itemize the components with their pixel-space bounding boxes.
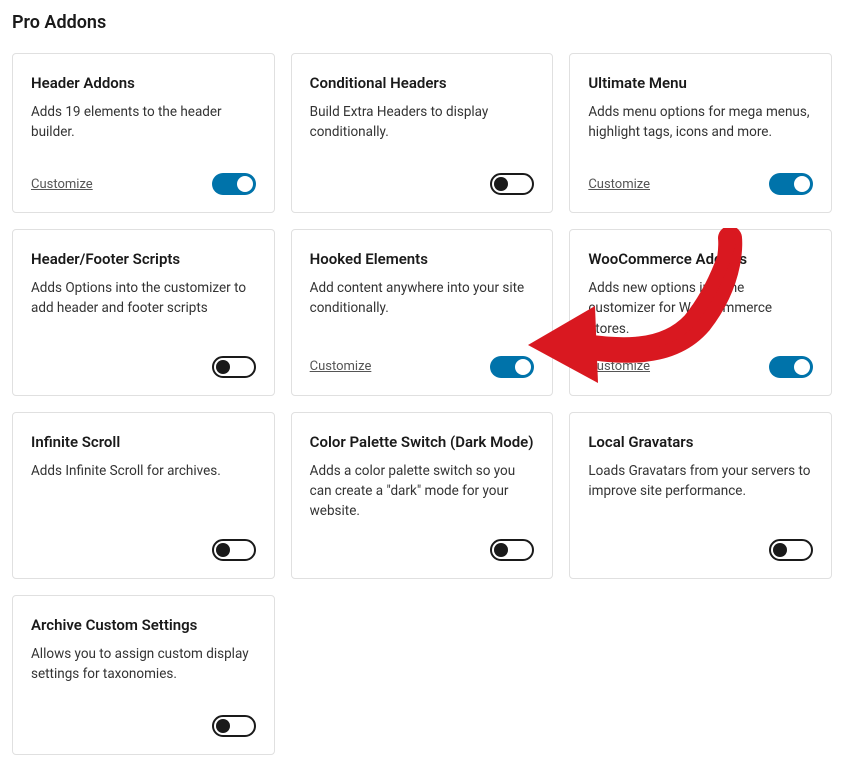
addon-toggle[interactable] (212, 715, 256, 737)
addon-desc: Adds Infinite Scroll for archives. (31, 461, 256, 522)
addon-footer (310, 172, 535, 196)
addon-card-local-gravatars: Local Gravatars Loads Gravatars from you… (569, 412, 832, 579)
addon-footer (310, 538, 535, 562)
addon-card-ultimate-menu: Ultimate Menu Adds menu options for mega… (569, 53, 832, 213)
addon-title: Conditional Headers (310, 74, 535, 92)
addon-toggle[interactable] (212, 356, 256, 378)
addon-card-archive-custom-settings: Archive Custom Settings Allows you to as… (12, 595, 275, 755)
customize-link[interactable]: Customize (310, 359, 372, 374)
customize-link[interactable]: Customize (31, 177, 93, 192)
addon-toggle[interactable] (490, 539, 534, 561)
addon-title: Header/Footer Scripts (31, 250, 256, 268)
addon-toggle[interactable] (769, 356, 813, 378)
addon-toggle[interactable] (769, 539, 813, 561)
addon-desc: Build Extra Headers to display condition… (310, 102, 535, 156)
addon-title: Hooked Elements (310, 250, 535, 268)
section-title: Pro Addons (12, 12, 832, 33)
addon-desc: Adds Options into the customizer to add … (31, 278, 256, 339)
addon-toggle[interactable] (769, 173, 813, 195)
addon-card-infinite-scroll: Infinite Scroll Adds Infinite Scroll for… (12, 412, 275, 579)
addon-toggle[interactable] (490, 173, 534, 195)
addon-title: Header Addons (31, 74, 256, 92)
addon-card-hooked-elements: Hooked Elements Add content anywhere int… (291, 229, 554, 396)
addon-title: Local Gravatars (588, 433, 813, 451)
customize-link[interactable]: Customize (588, 359, 650, 374)
addons-grid: Header Addons Adds 19 elements to the he… (12, 53, 832, 755)
addon-title: Color Palette Switch (Dark Mode) (310, 433, 535, 451)
addon-title: WooCommerce Addons (588, 250, 813, 268)
addon-card-woocommerce-addons: WooCommerce Addons Adds new options into… (569, 229, 832, 396)
addon-card-header-addons: Header Addons Adds 19 elements to the he… (12, 53, 275, 213)
addon-desc: Adds a color palette switch so you can c… (310, 461, 535, 522)
addon-title: Infinite Scroll (31, 433, 256, 451)
addon-desc: Adds 19 elements to the header builder. (31, 102, 256, 156)
customize-link[interactable]: Customize (588, 177, 650, 192)
addon-desc: Adds new options into the customizer for… (588, 278, 813, 339)
addon-title: Archive Custom Settings (31, 616, 256, 634)
addon-footer (31, 714, 256, 738)
addon-desc: Allows you to assign custom display sett… (31, 644, 256, 698)
addon-footer (588, 538, 813, 562)
addon-desc: Adds menu options for mega menus, highli… (588, 102, 813, 156)
addon-toggle[interactable] (490, 356, 534, 378)
addon-card-color-palette-switch: Color Palette Switch (Dark Mode) Adds a … (291, 412, 554, 579)
addon-footer (31, 355, 256, 379)
addon-desc: Add content anywhere into your site cond… (310, 278, 535, 339)
addon-desc: Loads Gravatars from your servers to imp… (588, 461, 813, 522)
addon-card-conditional-headers: Conditional Headers Build Extra Headers … (291, 53, 554, 213)
addon-title: Ultimate Menu (588, 74, 813, 92)
addon-card-header-footer-scripts: Header/Footer Scripts Adds Options into … (12, 229, 275, 396)
addon-footer: Customize (588, 355, 813, 379)
addon-footer: Customize (588, 172, 813, 196)
addon-footer: Customize (31, 172, 256, 196)
addon-footer: Customize (310, 355, 535, 379)
addon-toggle[interactable] (212, 539, 256, 561)
addon-footer (31, 538, 256, 562)
addon-toggle[interactable] (212, 173, 256, 195)
